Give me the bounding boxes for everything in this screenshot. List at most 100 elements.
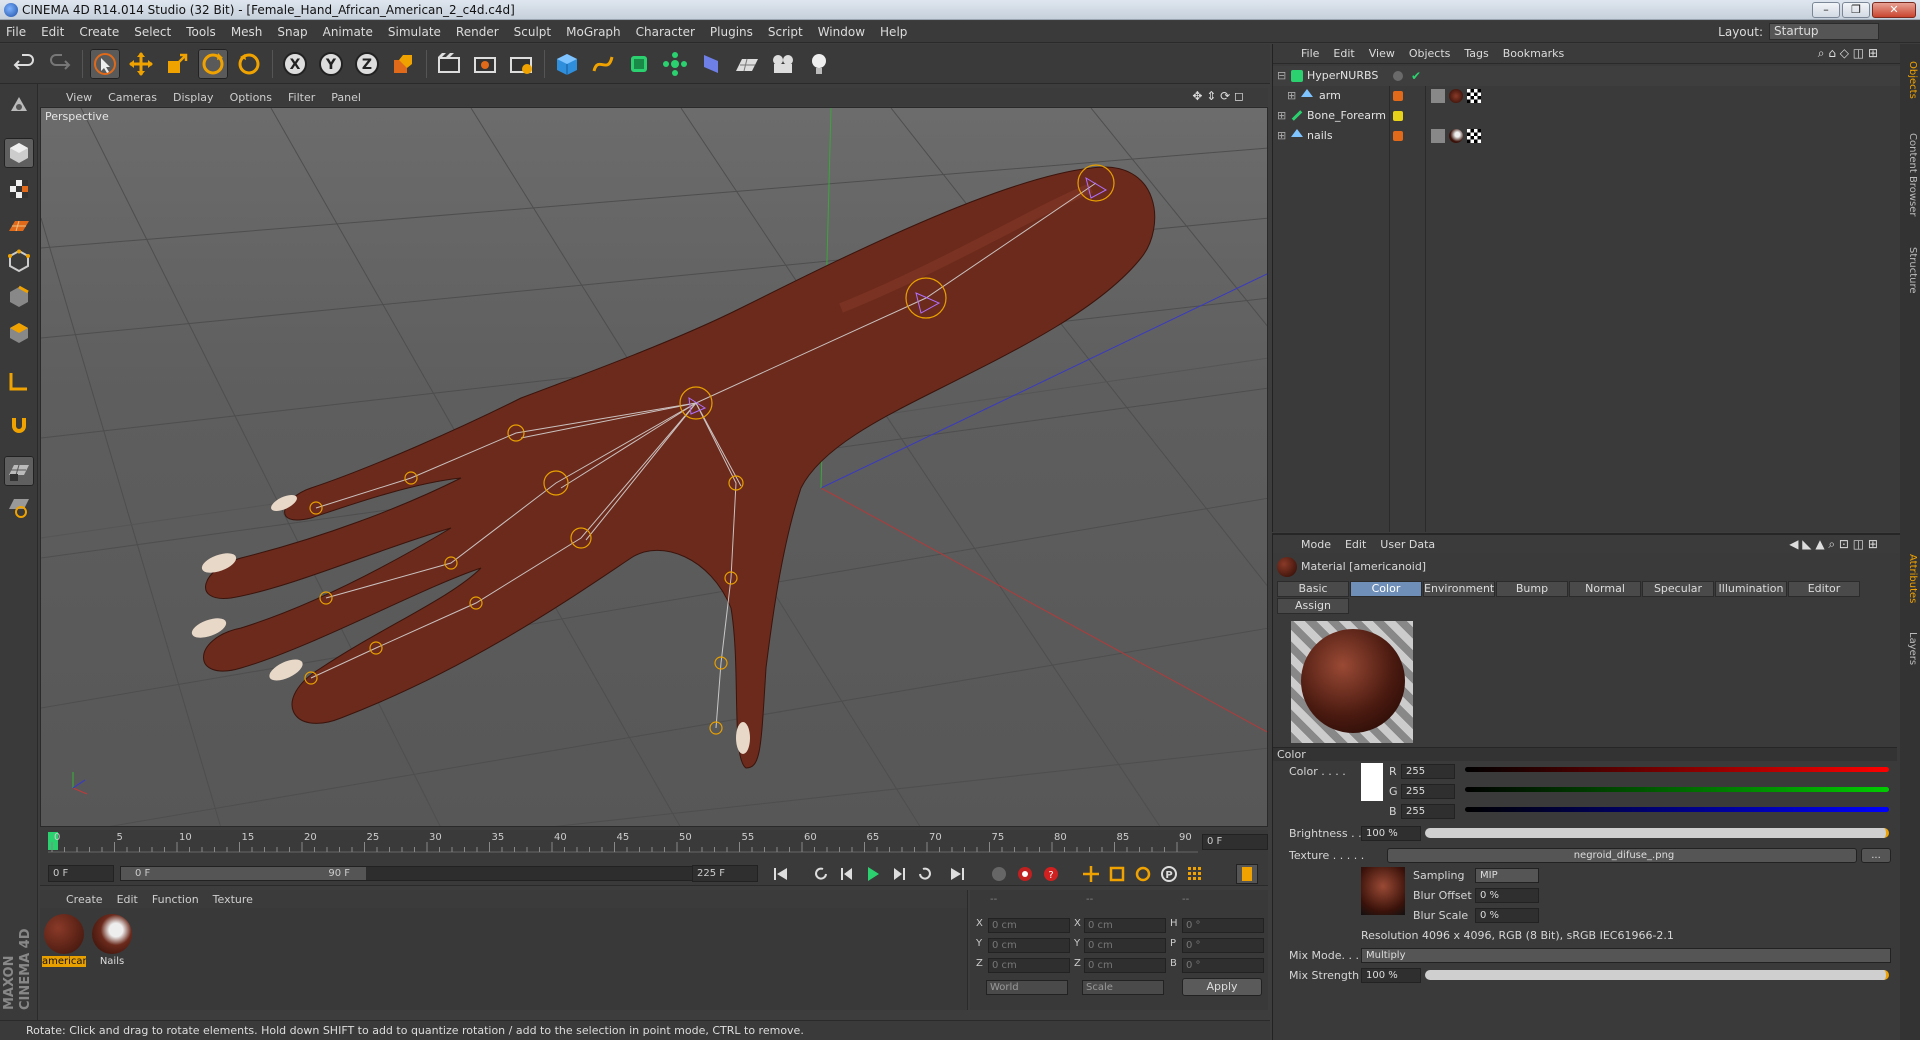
menu-window[interactable]: Window <box>818 25 865 39</box>
timeline-layout-icon[interactable] <box>1236 864 1258 884</box>
key-parameter-icon[interactable]: P <box>1158 864 1180 884</box>
attribute-nav-icons[interactable]: ◀ ◣ ▲ ⌕ ⊡ ◫ ⊞ <box>1789 537 1878 552</box>
side-tab-content-browser[interactable]: Content Browser <box>1902 120 1918 230</box>
menu-create[interactable]: Create <box>79 25 119 39</box>
b-channel-slider[interactable] <box>1465 807 1889 812</box>
viewport-menu-cameras[interactable]: Cameras <box>108 91 157 104</box>
object-row-bone-forearm[interactable]: ⊞ Bone_Forearm <box>1273 106 1901 126</box>
layout-select[interactable]: Startup <box>1769 23 1879 40</box>
attr-menu-edit[interactable]: Edit <box>1345 538 1366 551</box>
rotation-p-field[interactable]: 0 ° <box>1182 938 1264 953</box>
key-rotation-icon[interactable] <box>1132 864 1154 884</box>
layer-color-dot[interactable] <box>1393 111 1403 121</box>
redo-icon[interactable] <box>44 49 74 79</box>
layer-color-dot[interactable] <box>1393 91 1403 101</box>
layer-color-dot[interactable] <box>1393 131 1403 141</box>
previous-frame-icon[interactable] <box>836 864 858 884</box>
brightness-slider[interactable] <box>1425 828 1889 838</box>
keyframe-selection-icon[interactable]: ? <box>1040 864 1062 884</box>
go-to-end-icon[interactable] <box>946 864 968 884</box>
z-axis-lock-icon[interactable]: Z <box>352 49 382 79</box>
side-tab-layers[interactable]: Layers <box>1902 624 1918 674</box>
array-icon[interactable] <box>660 49 690 79</box>
tab-specular[interactable]: Specular <box>1642 581 1714 597</box>
viewport-menu-options[interactable]: Options <box>230 91 272 104</box>
menu-tools[interactable]: Tools <box>186 25 216 39</box>
r-value-field[interactable]: 255 <box>1401 764 1455 779</box>
attr-menu-user-data[interactable]: User Data <box>1380 538 1435 551</box>
spline-pen-icon[interactable] <box>588 49 618 79</box>
menu-mesh[interactable]: Mesh <box>231 25 263 39</box>
material-menu-function[interactable]: Function <box>152 893 199 906</box>
enabled-check-icon[interactable]: ✔ <box>1411 66 1421 86</box>
mix-strength-field[interactable]: 100 % <box>1361 968 1421 983</box>
apply-button[interactable]: Apply <box>1182 978 1262 996</box>
tab-basic[interactable]: Basic <box>1277 581 1349 597</box>
expand-toggle-icon[interactable]: ⊟ <box>1277 66 1286 86</box>
viewport-scene[interactable] <box>41 108 1268 827</box>
blur-scale-field[interactable]: 0 % <box>1475 908 1539 923</box>
key-scale-icon[interactable] <box>1106 864 1128 884</box>
floor-icon[interactable] <box>732 49 762 79</box>
tab-environment[interactable]: Environment <box>1423 581 1495 597</box>
texture-thumbnail[interactable] <box>1361 867 1405 915</box>
axis-mode-icon[interactable] <box>4 366 34 396</box>
menu-render[interactable]: Render <box>456 25 499 39</box>
edges-mode-icon[interactable] <box>4 282 34 312</box>
workplane-icon[interactable] <box>4 210 34 240</box>
close-button[interactable]: ✕ <box>1872 2 1916 18</box>
camera-icon[interactable] <box>768 49 798 79</box>
layer-color-dot[interactable] <box>1393 71 1403 81</box>
frame-range-slider[interactable]: 0 F 90 F <box>120 866 720 881</box>
deformer-icon[interactable] <box>696 49 726 79</box>
material-menu-create[interactable]: Create <box>66 893 103 906</box>
x-axis-lock-icon[interactable]: X <box>280 49 310 79</box>
live-selection-icon[interactable] <box>90 49 120 79</box>
material-menu-edit[interactable]: Edit <box>117 893 138 906</box>
texture-mode-icon[interactable] <box>4 174 34 204</box>
menu-simulate[interactable]: Simulate <box>388 25 441 39</box>
object-menu-tags[interactable]: Tags <box>1464 47 1488 60</box>
texture-file-button[interactable]: negroid_difuse_.png <box>1387 848 1857 863</box>
menu-snap[interactable]: Snap <box>277 25 307 39</box>
menu-script[interactable]: Script <box>768 25 803 39</box>
coordinate-space-select[interactable]: World <box>986 980 1068 995</box>
texture-browse-button[interactable]: ... <box>1861 848 1891 863</box>
timeline-ruler[interactable]: 0 5 10 15 20 25 30 35 40 45 50 55 60 65 70 75 80 85 90 <box>48 830 1198 854</box>
end-frame-field[interactable]: 225 F <box>692 865 758 882</box>
snap-magnet-icon[interactable] <box>4 410 34 440</box>
y-axis-lock-icon[interactable]: Y <box>316 49 346 79</box>
tab-normal[interactable]: Normal <box>1569 581 1641 597</box>
r-channel-slider[interactable] <box>1465 767 1889 772</box>
move-icon[interactable] <box>126 49 156 79</box>
tab-color[interactable]: Color <box>1350 581 1422 597</box>
material-swatch-nails[interactable]: Nails <box>90 914 134 970</box>
menu-mograph[interactable]: MoGraph <box>566 25 621 39</box>
object-menu-bookmarks[interactable]: Bookmarks <box>1503 47 1564 60</box>
tab-bump[interactable]: Bump <box>1496 581 1568 597</box>
mix-strength-slider[interactable] <box>1425 970 1889 980</box>
key-point-level-icon[interactable] <box>1184 864 1206 884</box>
viewport-nav-icons[interactable]: ✥ ⇕ ⟳ ◻ <box>1192 89 1244 103</box>
g-value-field[interactable]: 255 <box>1401 784 1455 799</box>
render-view-icon[interactable] <box>434 49 464 79</box>
expand-toggle-icon[interactable]: ⊞ <box>1287 86 1296 106</box>
undo-icon[interactable] <box>10 49 40 79</box>
key-position-icon[interactable] <box>1080 864 1102 884</box>
menu-animate[interactable]: Animate <box>323 25 373 39</box>
make-editable-icon[interactable] <box>4 90 34 120</box>
rotation-h-field[interactable]: 0 ° <box>1182 918 1264 933</box>
menu-plugins[interactable]: Plugins <box>710 25 753 39</box>
uvw-tag-icon[interactable] <box>1467 129 1481 143</box>
viewport-menu-filter[interactable]: Filter <box>288 91 315 104</box>
viewport-menu-display[interactable]: Display <box>173 91 214 104</box>
object-menu-edit[interactable]: Edit <box>1333 47 1354 60</box>
points-mode-icon[interactable] <box>4 246 34 276</box>
rotation-b-field[interactable]: 0 ° <box>1182 958 1264 973</box>
tab-illumination[interactable]: Illumination <box>1715 581 1787 597</box>
g-channel-slider[interactable] <box>1465 787 1889 792</box>
hand-model[interactable] <box>203 166 1156 769</box>
current-frame-field[interactable]: 0 F <box>1202 834 1268 850</box>
phong-tag-icon[interactable] <box>1431 129 1445 143</box>
recent-tool-icon[interactable] <box>234 49 264 79</box>
